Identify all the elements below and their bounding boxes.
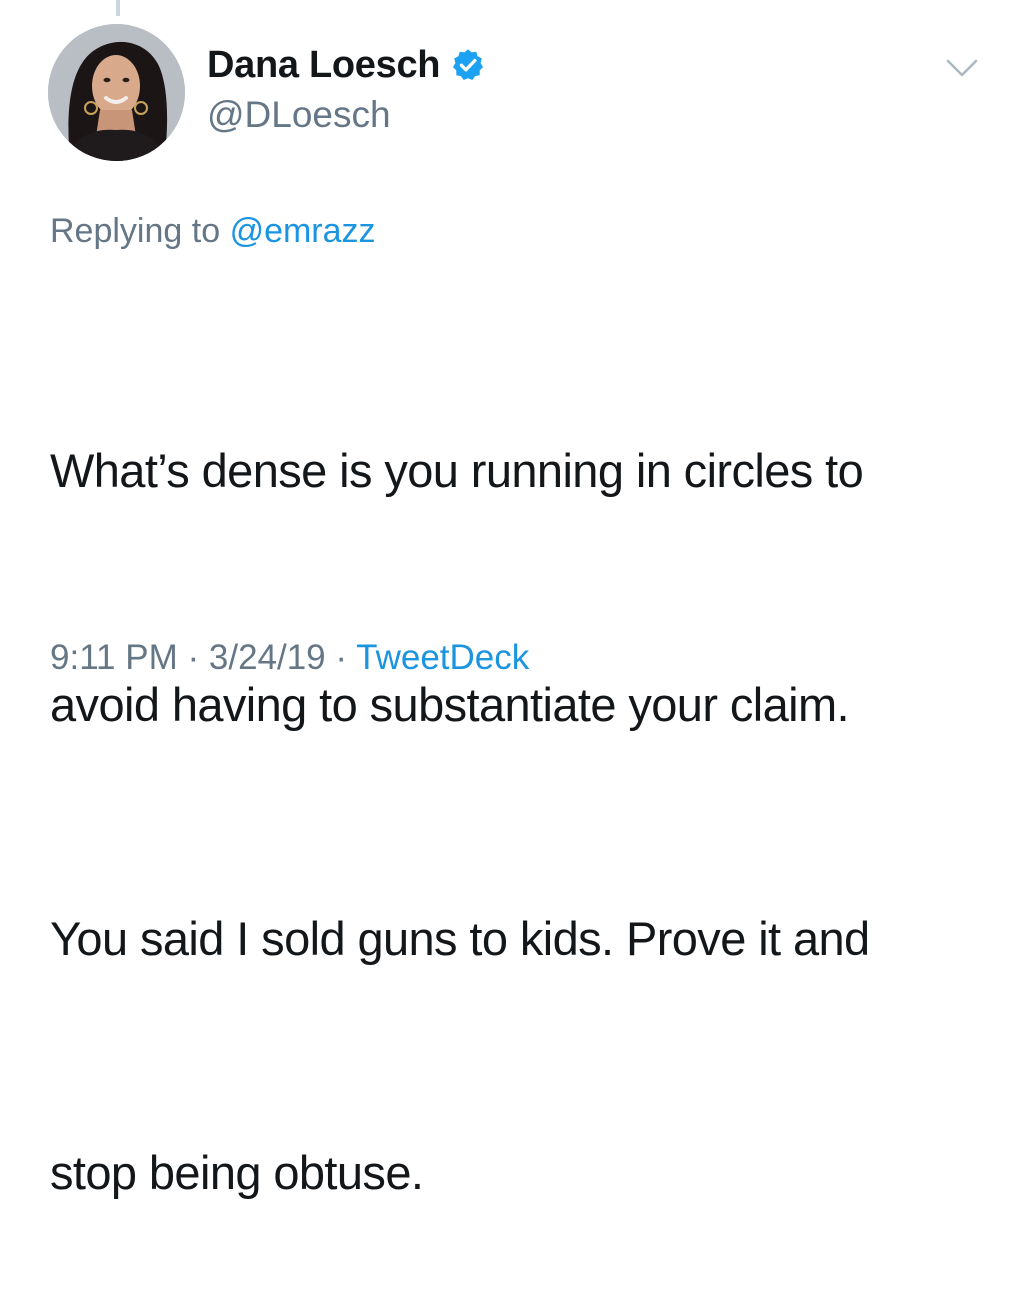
replying-to-label: Replying to [50, 212, 221, 250]
thread-connector-line [116, 0, 120, 16]
verified-badge-icon [450, 47, 486, 83]
tweet-date: 3/24/19 [208, 638, 326, 677]
tweet-text-line: stop being obtuse. [50, 1146, 424, 1199]
tweet-text-line: What’s dense is you running in circles t… [50, 444, 864, 497]
avatar-photo [48, 24, 185, 161]
tweet-time: 9:11 PM [50, 638, 178, 677]
replying-to-handle-link[interactable]: @emrazz [230, 212, 376, 250]
tweet-metadata: 9:11 PM · 3/24/19 · TweetDeck [50, 638, 529, 678]
tweet-author[interactable]: Dana Loesch @DLoesch [207, 40, 486, 136]
avatar[interactable] [48, 24, 185, 161]
tweet-text-line: You said I sold guns to kids. Prove it a… [50, 912, 870, 965]
tweet-source-link[interactable]: TweetDeck [356, 638, 529, 677]
name-row: Dana Loesch [207, 40, 486, 90]
chevron-down-icon[interactable] [944, 56, 980, 80]
tweet-text: What’s dense is you running in circles t… [50, 276, 990, 1290]
meta-separator: · [187, 638, 200, 677]
user-handle[interactable]: @DLoesch [207, 94, 486, 136]
display-name[interactable]: Dana Loesch [207, 44, 441, 87]
meta-separator: · [335, 638, 348, 677]
replying-to: Replying to @emrazz [50, 212, 376, 251]
